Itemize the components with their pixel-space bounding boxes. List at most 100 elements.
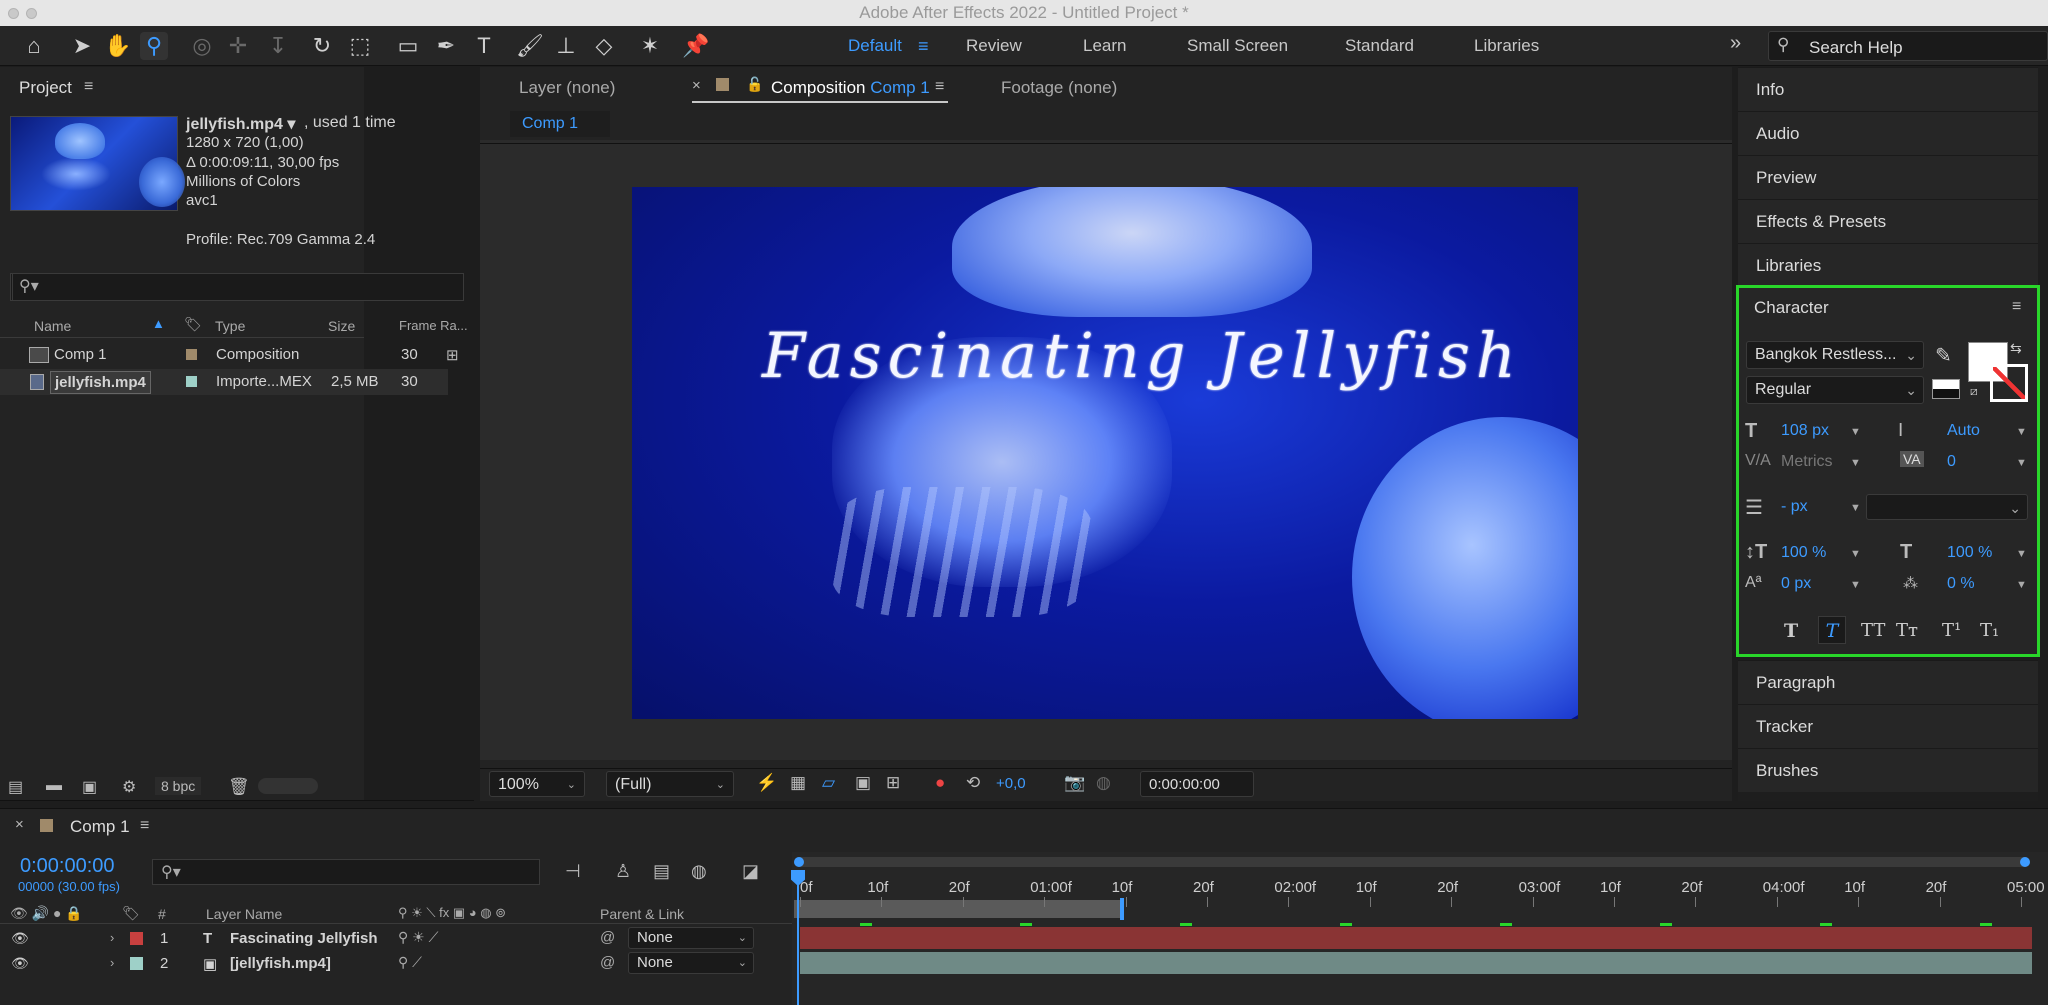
table-row[interactable]: jellyfish.mp4 Importe...MEX 2,5 MB 30 xyxy=(0,369,448,395)
pen-tool-icon[interactable]: ✒ xyxy=(432,32,460,60)
visibility-eye-icon[interactable]: 👁 xyxy=(11,930,29,947)
layer-switches[interactable]: ⚲ ☀ ⟋ xyxy=(398,929,438,946)
stroke-width-dropdown-icon[interactable]: ▼ xyxy=(1850,502,1861,514)
panel-info[interactable]: Info xyxy=(1738,67,2038,111)
hand-tool-icon[interactable]: ✋ xyxy=(104,32,132,60)
kerning-value[interactable]: Metrics xyxy=(1781,453,1833,471)
font-family-dropdown[interactable]: Bangkok Restless... ⌄ xyxy=(1746,341,1924,369)
new-composition-icon[interactable]: ▣ xyxy=(82,777,97,797)
faux-italic-button[interactable]: T xyxy=(1818,616,1846,644)
stroke-color-swatch[interactable] xyxy=(1990,364,2028,402)
comp-breadcrumb[interactable]: Comp 1 xyxy=(510,111,610,137)
baseline-shift-dropdown-icon[interactable]: ▼ xyxy=(1850,579,1861,591)
font-style-dropdown[interactable]: Regular ⌄ xyxy=(1746,376,1924,404)
selection-tool-icon[interactable]: ➤ xyxy=(68,32,96,60)
leading-value[interactable]: Auto xyxy=(1947,422,1980,440)
layer-row[interactable]: 👁 › 2 ▣ [jellyfish.mp4] ⚲ ⟋ @ None ⌄ xyxy=(0,952,792,976)
minimize-window-icon[interactable] xyxy=(26,8,37,19)
new-folder-icon[interactable]: ▬ xyxy=(46,777,62,795)
timeline-search-field[interactable]: ⚲▾ xyxy=(152,859,540,885)
col-type[interactable]: Type xyxy=(215,318,245,334)
current-time-display[interactable]: 0:00:00:00 xyxy=(20,855,115,878)
playhead-line[interactable] xyxy=(797,870,799,1005)
trash-icon[interactable]: 🗑 xyxy=(228,777,250,797)
fast-preview-icon[interactable]: ⚡ xyxy=(756,773,777,793)
black-white-swatch[interactable] xyxy=(1932,379,1960,399)
sort-ascending-icon[interactable]: ▲ xyxy=(152,316,165,331)
panel-libraries[interactable]: Libraries xyxy=(1738,243,2038,287)
expand-chevron-icon[interactable]: › xyxy=(110,930,114,945)
no-fill-icon[interactable]: ⧄ xyxy=(1970,384,1978,399)
layer-name[interactable]: [jellyfish.mp4] xyxy=(230,955,331,972)
tsume-dropdown-icon[interactable]: ▼ xyxy=(2016,579,2027,591)
superscript-button[interactable]: T¹ xyxy=(1942,620,1961,641)
close-tab-icon[interactable]: × xyxy=(692,77,701,94)
faux-bold-button[interactable]: T xyxy=(1784,620,1798,642)
workspace-small-screen[interactable]: Small Screen xyxy=(1187,36,1288,56)
flowchart-icon[interactable]: ⊞ xyxy=(446,346,459,364)
panel-menu-icon[interactable]: ≡ xyxy=(935,78,944,96)
color-channels-icon[interactable]: ● xyxy=(935,773,945,793)
horizontal-scale-dropdown-icon[interactable]: ▼ xyxy=(2016,548,2027,560)
tab-footage[interactable]: Footage (none) xyxy=(1001,78,1117,98)
zoom-dropdown[interactable]: 100% ⌄ xyxy=(489,771,585,797)
vertical-scale-dropdown-icon[interactable]: ▼ xyxy=(1850,548,1861,560)
home-icon[interactable]: ⌂ xyxy=(20,32,48,60)
panel-brushes[interactable]: Brushes xyxy=(1738,748,2038,792)
search-help-field[interactable]: ⚲ Search Help xyxy=(1768,31,2048,61)
pick-whip-icon[interactable]: @ xyxy=(600,929,615,946)
thumbnail-slider[interactable] xyxy=(258,778,318,794)
panel-menu-icon[interactable]: ≡ xyxy=(2012,298,2021,316)
visibility-eye-icon[interactable]: 👁 xyxy=(11,955,29,972)
layer-label-swatch[interactable] xyxy=(130,932,143,945)
label-swatch[interactable] xyxy=(186,376,197,387)
label-column-icon[interactable]: 🏷 xyxy=(184,316,202,333)
roto-brush-tool-icon[interactable]: ✶ xyxy=(636,32,664,60)
workspace-libraries[interactable]: Libraries xyxy=(1474,36,1539,56)
pick-whip-icon[interactable]: @ xyxy=(600,954,615,971)
timeline-comp-tab[interactable]: Comp 1 xyxy=(70,817,130,837)
layer-switches[interactable]: ⚲ ⟋ xyxy=(398,954,422,971)
tracking-dropdown-icon[interactable]: ▼ xyxy=(2016,457,2027,469)
swap-colors-icon[interactable]: ⇆ xyxy=(2010,340,2022,357)
layer-label-swatch[interactable] xyxy=(130,957,143,970)
font-size-value[interactable]: 108 px xyxy=(1781,422,1829,440)
lock-icon[interactable]: 🔓 xyxy=(746,76,763,93)
panel-effects-presets[interactable]: Effects & Presets xyxy=(1738,199,2038,243)
stroke-style-dropdown[interactable]: ⌄ xyxy=(1866,494,2028,520)
snapshot-icon[interactable]: 📷 xyxy=(1064,773,1085,793)
video-frame[interactable]: Fascinating Jellyfish xyxy=(632,187,1578,719)
baseline-shift-value[interactable]: 0 px xyxy=(1781,575,1811,593)
layer-row[interactable]: 👁 › 1 T Fascinating Jellyfish ⚲ ☀ ⟋ @ No… xyxy=(0,927,792,951)
draft-3d-icon[interactable]: ♙ xyxy=(615,861,631,882)
project-search-box[interactable]: ⚲▾ xyxy=(12,273,464,301)
orbit-camera-icon[interactable]: ◎ xyxy=(188,32,216,60)
transparency-grid-icon[interactable]: ▦ xyxy=(790,773,806,793)
panel-audio[interactable]: Audio xyxy=(1738,111,2038,155)
col-layer-name[interactable]: Layer Name xyxy=(206,906,282,922)
resolution-dropdown[interactable]: (Full) ⌄ xyxy=(606,771,734,797)
panel-preview[interactable]: Preview xyxy=(1738,155,2038,199)
frame-blending-icon[interactable]: ▤ xyxy=(653,861,670,882)
mask-path-icon[interactable]: ▱ xyxy=(822,773,835,793)
workspace-review[interactable]: Review xyxy=(966,36,1022,56)
close-tab-icon[interactable]: × xyxy=(15,816,24,833)
small-caps-button[interactable]: Tт xyxy=(1896,620,1918,641)
brush-tool-icon[interactable]: 🖌 xyxy=(516,32,544,60)
pan-camera-icon[interactable]: ✛ xyxy=(224,32,252,60)
type-tool-icon[interactable]: T xyxy=(470,32,498,60)
work-area-bar[interactable] xyxy=(794,900,1124,918)
viewer-timecode[interactable]: 0:00:00:00 xyxy=(1140,771,1254,797)
guides-icon[interactable]: ⊞ xyxy=(886,773,900,793)
workspace-default[interactable]: Default xyxy=(848,36,902,56)
bit-depth-button[interactable]: 8 bpc xyxy=(155,777,202,795)
label-column-icon[interactable]: 🏷 xyxy=(122,905,140,922)
eraser-tool-icon[interactable]: ◇ xyxy=(590,32,618,60)
rectangle-tool-icon[interactable]: ▭ xyxy=(394,32,422,60)
composition-mini-flowchart-icon[interactable]: ⊣ xyxy=(565,861,581,882)
tsume-value[interactable]: 0 % xyxy=(1947,575,1975,593)
color-management-icon[interactable]: ⟲ xyxy=(966,773,980,793)
parent-dropdown[interactable]: None ⌄ xyxy=(628,927,754,949)
dolly-camera-icon[interactable]: ↧ xyxy=(264,32,292,60)
motion-blur-icon[interactable]: ◍ xyxy=(691,861,707,882)
